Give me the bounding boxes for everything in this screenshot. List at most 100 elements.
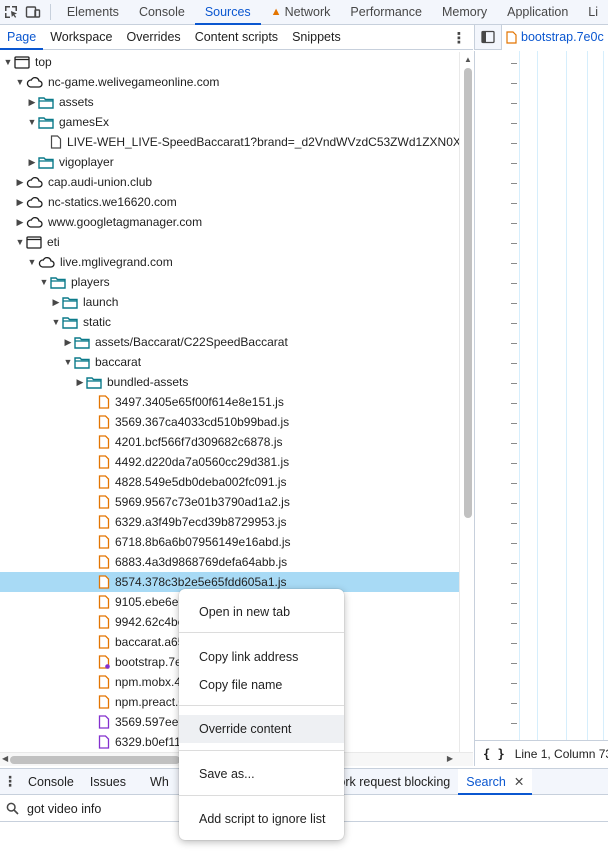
tree-item[interactable]: 4492.d220da7a0560cc29d381.js (0, 452, 459, 472)
tree-item[interactable]: ▼ gamesEx (0, 112, 459, 132)
context-menu: Open in new tab Copy link address Copy f… (179, 589, 344, 840)
tab-sources[interactable]: Sources (194, 0, 261, 25)
tab-page[interactable]: Page (0, 25, 44, 50)
tree-item[interactable]: ▶ www.googletagmanager.com (0, 212, 459, 232)
expand-arrow-right-icon[interactable]: ▶ (74, 377, 86, 388)
expand-arrow-down-icon[interactable]: ▼ (26, 257, 38, 267)
tree-item[interactable]: ▶ vigoplayer (0, 152, 459, 172)
tree-item[interactable]: 4828.549e5db0deba002fc091.js (0, 472, 459, 492)
indent-guide (603, 51, 604, 740)
tree-item[interactable]: 6329.a3f49b7ecd39b8729953.js (0, 512, 459, 532)
scroll-left-arrow-icon[interactable]: ◀ (2, 754, 8, 763)
js-file-icon (98, 635, 110, 649)
tree-item-label: nc-game.welivegameonline.com (48, 75, 220, 89)
expand-arrow-right-icon[interactable]: ▶ (62, 337, 74, 348)
menu-item-override-content[interactable]: Override content (179, 715, 344, 743)
tree-item[interactable]: ▶ nc-statics.we16620.com (0, 192, 459, 212)
tree-item[interactable]: ▶ assets (0, 92, 459, 112)
tree-item[interactable]: LIVE-WEH_LIVE-SpeedBaccarat1?brand=_d2Vn… (0, 132, 459, 152)
device-toolbar-icon[interactable] (22, 0, 44, 24)
tree-item[interactable]: 3497.3405e65f00f614e8e151.js (0, 392, 459, 412)
menu-item-save-as[interactable]: Save as... (179, 760, 344, 788)
drawer-tab-issues[interactable]: Issues (82, 769, 134, 794)
line-marker (511, 103, 517, 104)
tree-item[interactable]: ▼ top (0, 52, 459, 72)
line-marker (511, 163, 517, 164)
tree-item[interactable]: 6883.4a3d9868769defa64abb.js (0, 552, 459, 572)
expand-arrow-right-icon[interactable]: ▶ (14, 177, 26, 188)
tab-overrides[interactable]: Overrides (120, 25, 188, 49)
drawer-tab-console[interactable]: Console (20, 769, 82, 794)
code-editor[interactable] (474, 51, 608, 740)
cloud-icon (26, 196, 43, 208)
line-marker (511, 123, 517, 124)
drawer-menu-icon[interactable]: ⋮ (0, 769, 20, 794)
scroll-up-arrow-icon[interactable]: ▲ (464, 55, 472, 64)
tree-vertical-scrollbar[interactable]: ▲ (459, 52, 474, 752)
tab-performance[interactable]: Performance (340, 0, 432, 24)
pretty-print-icon[interactable]: { } (483, 747, 505, 761)
expand-arrow-down-icon[interactable]: ▼ (2, 57, 14, 67)
menu-item-add-to-ignore-list[interactable]: Add script to ignore list (179, 805, 344, 833)
expand-arrow-down-icon[interactable]: ▼ (14, 77, 26, 87)
tree-item[interactable]: 3569.367ca4033cd510b99bad.js (0, 412, 459, 432)
tree-item[interactable]: 5969.9567c73e01b3790ad1a2.js (0, 492, 459, 512)
expand-arrow-down-icon[interactable]: ▼ (14, 237, 26, 247)
tree-item[interactable]: ▼ baccarat (0, 352, 459, 372)
line-marker (511, 383, 517, 384)
scrollbar-thumb[interactable] (10, 756, 180, 764)
tree-item[interactable]: ▼ nc-game.welivegameonline.com (0, 72, 459, 92)
drawer-tab-wh[interactable]: Wh (142, 769, 177, 794)
tree-item[interactable]: 6718.8b6a6b07956149e16abd.js (0, 532, 459, 552)
expand-arrow-down-icon[interactable]: ▼ (38, 277, 50, 287)
tree-item[interactable]: ▼ static (0, 312, 459, 332)
line-marker (511, 303, 517, 304)
tree-item[interactable]: ▶ assets/Baccarat/C22SpeedBaccarat (0, 332, 459, 352)
tree-item[interactable]: ▶ bundled-assets (0, 372, 459, 392)
tab-snippets[interactable]: Snippets (285, 25, 348, 49)
tab-content-scripts[interactable]: Content scripts (188, 25, 285, 49)
tree-item[interactable]: ▼ players (0, 272, 459, 292)
line-marker (511, 543, 517, 544)
close-icon[interactable]: ✕ (514, 774, 524, 789)
tab-console[interactable]: Console (129, 0, 195, 24)
tree-item-label: top (35, 55, 52, 69)
scroll-right-arrow-icon[interactable]: ▶ (447, 754, 453, 763)
tab-network[interactable]: ▲ Network (261, 0, 341, 24)
inspect-element-icon[interactable] (0, 0, 22, 24)
more-options-icon[interactable]: ⋮ (449, 25, 469, 50)
line-marker (511, 203, 517, 204)
scrollbar-thumb[interactable] (464, 68, 472, 518)
expand-arrow-right-icon[interactable]: ▶ (26, 97, 38, 108)
expand-arrow-down-icon[interactable]: ▼ (50, 317, 62, 327)
tab-elements[interactable]: Elements (57, 0, 129, 24)
drawer-tab-search[interactable]: Search ✕ (458, 769, 533, 795)
expand-arrow-down-icon[interactable]: ▼ (26, 117, 38, 127)
line-marker (511, 603, 517, 604)
tree-item[interactable]: ▶ launch (0, 292, 459, 312)
expand-arrow-right-icon[interactable]: ▶ (26, 157, 38, 168)
menu-item-copy-link-address[interactable]: Copy link address (179, 643, 344, 671)
drawer-tab-label: Search (466, 774, 506, 789)
folder-icon (62, 296, 78, 309)
menu-item-copy-file-name[interactable]: Copy file name (179, 671, 344, 699)
expand-arrow-right-icon[interactable]: ▶ (14, 197, 26, 208)
search-input[interactable]: got video info (27, 802, 101, 816)
expand-arrow-down-icon[interactable]: ▼ (62, 357, 74, 367)
editor-tab[interactable]: bootstrap.7e0c (501, 24, 608, 50)
menu-item-open-in-new-tab[interactable]: Open in new tab (179, 598, 344, 626)
expand-arrow-right-icon[interactable]: ▶ (14, 217, 26, 228)
tree-item[interactable]: ▶ cap.audi-union.club (0, 172, 459, 192)
expand-arrow-right-icon[interactable]: ▶ (50, 297, 62, 308)
js-file-modified-icon (98, 655, 110, 669)
tree-item[interactable]: ▼ eti (0, 232, 459, 252)
cloud-icon (26, 176, 43, 188)
tab-application[interactable]: Application (497, 0, 578, 24)
tree-item[interactable]: 4201.bcf566f7d309682c6878.js (0, 432, 459, 452)
toggle-navigator-icon[interactable] (475, 30, 501, 44)
tab-memory[interactable]: Memory (432, 0, 497, 24)
tab-workspace[interactable]: Workspace (43, 25, 119, 49)
tab-li[interactable]: Li (578, 0, 608, 24)
line-marker (511, 483, 517, 484)
tree-item[interactable]: ▼ live.mglivegrand.com (0, 252, 459, 272)
